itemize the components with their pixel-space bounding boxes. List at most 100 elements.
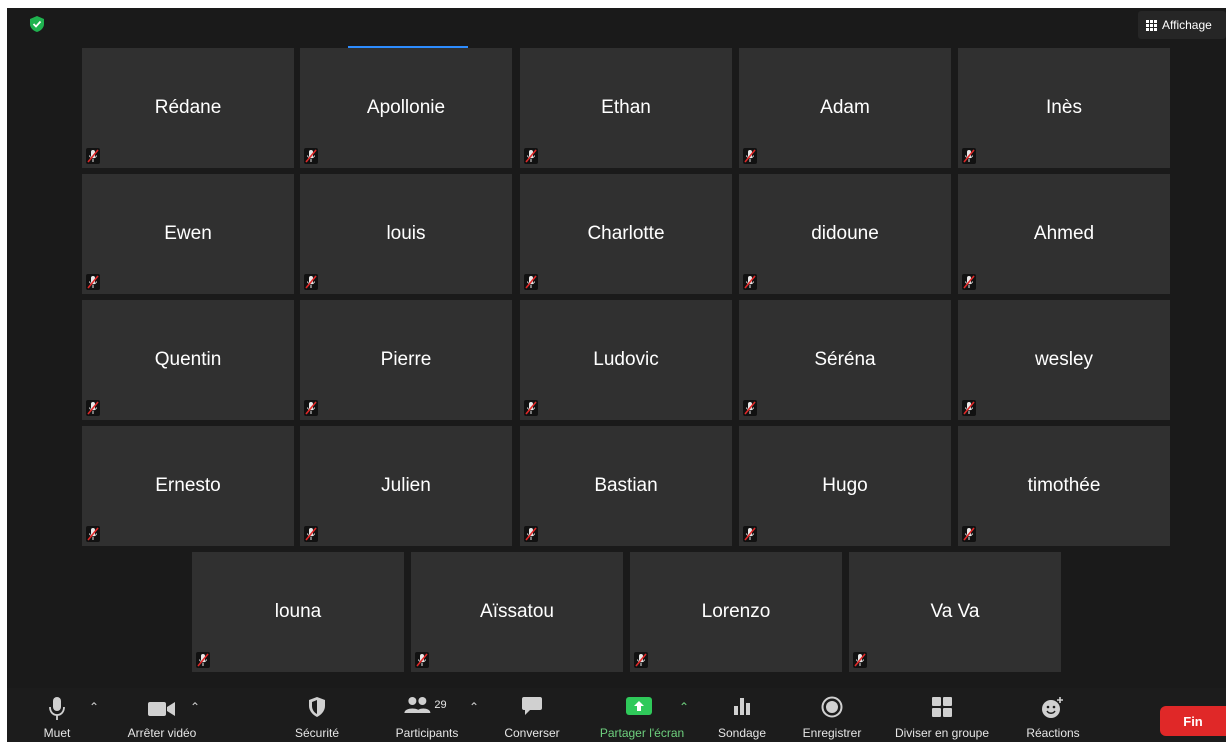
muted-microphone-icon [743,274,757,290]
participant-tile[interactable]: Ethan [520,48,732,168]
participant-tile[interactable]: Julien [300,426,512,546]
chat-button[interactable]: Converser [502,688,562,742]
muted-microphone-icon [524,400,538,416]
participant-tile[interactable]: Bastian [520,426,732,546]
participants-label: Participants [395,726,459,740]
participant-name: Ludovic [593,349,659,370]
participants-button[interactable]: 29 Participants [387,688,467,742]
participants-options-chevron-icon[interactable]: ⌃ [469,700,479,714]
muted-microphone-icon [304,148,318,164]
participant-tile[interactable]: Apollonie [300,48,512,168]
participant-tile[interactable]: timothée [958,426,1170,546]
muted-microphone-icon [86,526,100,542]
mute-button[interactable]: Muet [37,688,77,742]
participant-tile[interactable]: Va Va [849,552,1061,672]
muted-microphone-icon [962,526,976,542]
participant-name: Ernesto [155,475,221,496]
view-button-label: Affichage [1162,18,1212,32]
participant-name: Lorenzo [701,601,771,622]
participant-tile[interactable]: Inès [958,48,1170,168]
participant-name: Ewen [164,223,212,244]
participant-tile[interactable]: Quentin [82,300,294,420]
participant-tile[interactable]: didoune [739,174,951,294]
breakout-rooms-label: Diviser en groupe [894,726,990,740]
muted-microphone-icon [415,652,429,668]
participant-tile[interactable]: Adam [739,48,951,168]
reactions-button[interactable]: Réactions [1023,688,1083,742]
end-meeting-label: Fin [1183,713,1203,729]
end-meeting-button[interactable]: Fin [1160,706,1226,736]
participant-name: Apollonie [366,97,446,118]
participant-name: Hugo [822,475,868,496]
participant-tile[interactable]: Ernesto [82,426,294,546]
participant-name: Aïssatou [480,601,554,622]
muted-microphone-icon [196,652,210,668]
participant-name: Séréna [814,349,876,370]
muted-microphone-icon [743,526,757,542]
participant-tile[interactable]: louna [192,552,404,672]
meeting-toolbar: Muet ⌃ Arrêter vidéo ⌃ Sécurité 29 Parti [7,688,1226,742]
participant-name: Bastian [594,475,658,496]
participant-tile[interactable]: wesley [958,300,1170,420]
security-label: Sécurité [294,726,340,740]
smiley-plus-icon [1042,697,1063,718]
participant-tile[interactable]: Hugo [739,426,951,546]
participant-tile[interactable]: Pierre [300,300,512,420]
muted-microphone-icon [962,274,976,290]
muted-microphone-icon [962,148,976,164]
poll-label: Sondage [717,726,767,740]
participant-tile[interactable]: Charlotte [520,174,732,294]
muted-microphone-icon [304,526,318,542]
participant-name: Pierre [380,349,432,370]
muted-microphone-icon [304,274,318,290]
participant-name: didoune [811,223,879,244]
muted-microphone-icon [524,274,538,290]
security-button[interactable]: Sécurité [287,688,347,742]
participant-name: louna [274,601,322,622]
participant-tile[interactable]: Ewen [82,174,294,294]
bar-chart-icon [734,698,750,715]
video-options-chevron-icon[interactable]: ⌃ [190,700,200,714]
record-button[interactable]: Enregistrer [797,688,867,742]
stop-video-button[interactable]: Arrêter vidéo [117,688,207,742]
participants-count: 29 [434,699,447,711]
muted-microphone-icon [86,400,100,416]
participant-name: Va Va [930,601,980,622]
muted-microphone-icon [86,274,100,290]
participant-name: Charlotte [587,223,665,244]
muted-microphone-icon [524,148,538,164]
view-button[interactable]: Affichage [1138,11,1226,39]
shield-check-icon[interactable] [28,15,46,33]
mute-options-chevron-icon[interactable]: ⌃ [89,700,99,714]
mute-label: Muet [43,726,71,740]
participant-tile[interactable]: Aïssatou [411,552,623,672]
breakout-rooms-button[interactable]: Diviser en groupe [894,688,990,742]
participant-tile[interactable]: Ludovic [520,300,732,420]
grid-icon [1146,19,1157,31]
poll-button[interactable]: Sondage [712,688,772,742]
participant-name: Quentin [154,349,222,370]
share-screen-button[interactable]: Partager l'écran [592,688,692,742]
participant-name: timothée [1027,475,1101,496]
participant-name: Rédane [154,97,222,118]
participant-tile[interactable]: Séréna [739,300,951,420]
video-camera-icon [148,702,175,716]
share-options-chevron-icon[interactable]: ⌃ [679,700,689,714]
share-screen-label: Partager l'écran [599,726,685,740]
participant-name: Julien [381,475,431,496]
muted-microphone-icon [86,148,100,164]
muted-microphone-icon [962,400,976,416]
stop-video-label: Arrêter vidéo [127,726,197,740]
participant-name: Adam [820,97,870,118]
microphone-icon [49,697,65,720]
participant-tile[interactable]: Rédane [82,48,294,168]
participant-name: Inès [1046,97,1082,118]
muted-microphone-icon [743,148,757,164]
participant-name: louis [386,223,426,244]
participant-tile[interactable]: louis [300,174,512,294]
participant-tile[interactable]: Ahmed [958,174,1170,294]
participants-icon-group: 29 [403,696,447,714]
reactions-label: Réactions [1026,726,1080,740]
muted-microphone-icon [634,652,648,668]
participant-tile[interactable]: Lorenzo [630,552,842,672]
